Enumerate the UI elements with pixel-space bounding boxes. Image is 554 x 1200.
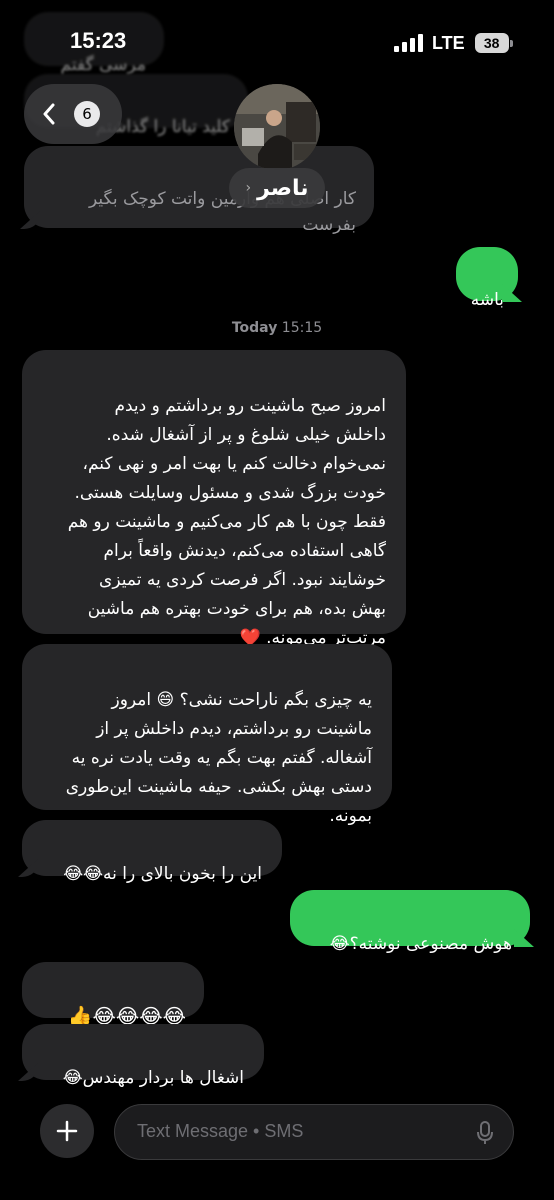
contact-photo <box>234 84 320 170</box>
incoming-message[interactable]: 😂😂😂😂👍 <box>22 962 204 1028</box>
unread-count-badge: 6 <box>74 101 100 127</box>
message-input[interactable]: Text Message • SMS <box>114 1104 514 1160</box>
message-text: هوش مصنوعی نوشته؟😂 <box>329 934 512 954</box>
chevron-icon: ‹ <box>245 180 252 196</box>
timestamp-time: 15:15 <box>281 320 323 336</box>
timestamp-day: Today <box>231 320 278 336</box>
add-attachment-button[interactable] <box>40 1104 94 1158</box>
timestamp: Today 15:15 <box>0 320 554 336</box>
incoming-message[interactable]: اشغال ها بردار مهندس😂 <box>22 1024 264 1088</box>
incoming-message[interactable]: این را بخون بالای را نه😂😂 <box>22 820 282 884</box>
status-time: 15:23 <box>70 28 127 53</box>
network-label: LTE <box>432 32 465 53</box>
back-button[interactable]: 6 <box>24 84 122 144</box>
message-text: اشغال ها بردار مهندس😂 <box>62 1068 244 1088</box>
battery-icon: 38 <box>474 33 513 53</box>
message-input-placeholder: Text Message • SMS <box>137 1121 304 1141</box>
outgoing-message[interactable]: هوش مصنوعی نوشته؟😂 <box>290 890 530 954</box>
signal-icon <box>394 34 423 52</box>
incoming-message[interactable]: امروز صبح ماشینت رو برداشتم و دیدم داخلش… <box>22 350 406 648</box>
battery-level: 38 <box>474 33 509 53</box>
earlier-message-text: مرسی گفتم <box>60 55 146 75</box>
chevron-left-icon <box>43 103 55 125</box>
message-text: یه چیزی بگم ناراحت نشی؟ 😄 امروز ماشینت ر… <box>65 690 372 826</box>
plus-icon <box>56 1120 78 1142</box>
incoming-message[interactable]: یه چیزی بگم ناراحت نشی؟ 😄 امروز ماشینت ر… <box>22 644 392 826</box>
outgoing-message[interactable]: باشه <box>456 247 518 310</box>
status-icons: LTE 38 <box>394 32 513 54</box>
microphone-icon[interactable] <box>477 1121 493 1145</box>
message-text: این را بخون بالای را نه😂😂 <box>63 864 262 884</box>
message-text: باشه <box>470 290 504 310</box>
contact-name: ناصر <box>257 175 309 201</box>
contact-name-button[interactable]: ناصر ‹ <box>229 168 325 208</box>
avatar[interactable] <box>234 84 320 170</box>
message-text: امروز صبح ماشینت رو برداشتم و دیدم داخلش… <box>67 396 386 648</box>
